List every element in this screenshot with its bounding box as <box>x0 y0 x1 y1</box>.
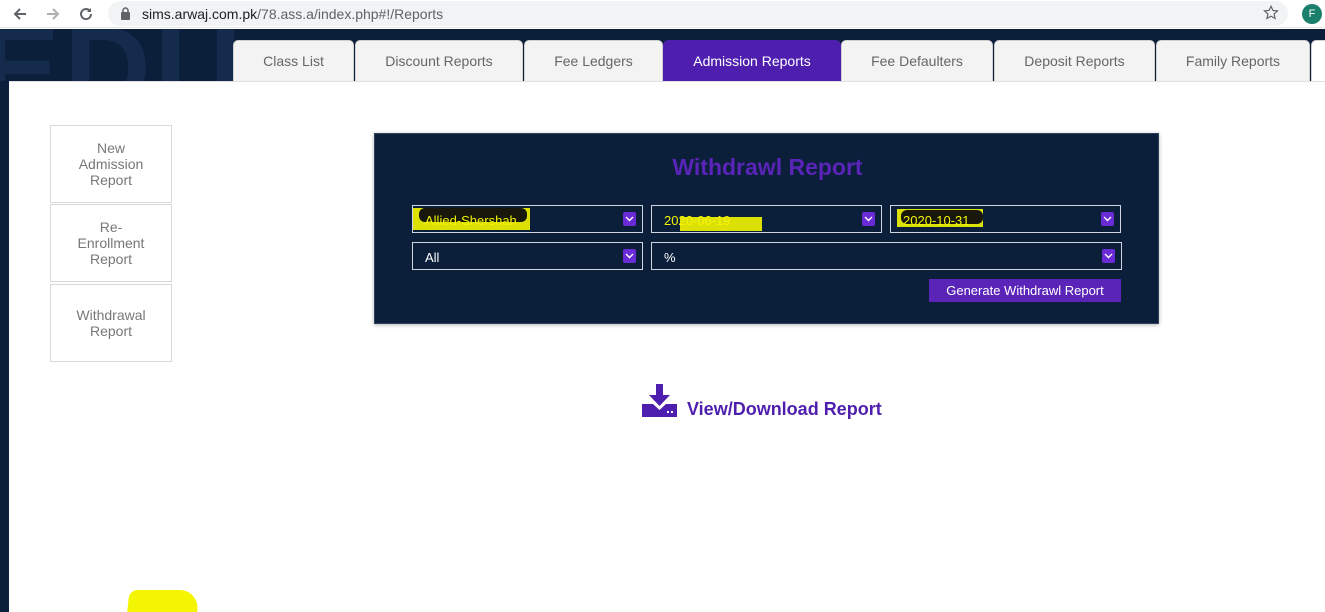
chevron-down-icon <box>623 249 636 263</box>
profile-avatar[interactable]: F <box>1302 4 1322 24</box>
view-download-report-link[interactable]: View/Download Report <box>642 384 882 422</box>
bookmark-star-icon[interactable] <box>1262 4 1280 27</box>
browser-toolbar: sims.arwaj.com.pk/78.ass.a/index.php#!/R… <box>0 0 1325 28</box>
sidebar-label-line: Report <box>89 172 133 188</box>
url-path: /78.ass.a/index.php#!/Reports <box>257 6 444 22</box>
left-edge-strip <box>0 81 9 612</box>
date-from-select[interactable]: 2020-06-19 <box>651 205 882 233</box>
generate-withdrawl-report-button[interactable]: Generate Withdrawl Report <box>929 279 1121 302</box>
sidebar-label-line: Enrollment <box>77 235 145 251</box>
sidebar-item-label: Re- Enrollment Report <box>78 219 145 267</box>
campus-select[interactable]: Allied-Shershah <box>412 205 643 233</box>
sidebar-label-line: Report <box>89 323 133 339</box>
sidebar-item-new-admission-report[interactable]: New Admission Report <box>50 125 172 203</box>
tab-admission-reports[interactable]: Admission Reports <box>663 40 841 81</box>
yellow-highlight-mark <box>124 590 200 612</box>
chevron-down-icon <box>623 212 636 226</box>
sidebar-label-line: Admission <box>78 156 144 172</box>
section-value: % <box>664 250 676 265</box>
forward-arrow-icon[interactable] <box>41 2 65 26</box>
campus-value: Allied-Shershah <box>425 213 517 228</box>
sidebar-item-re-enrollment-report[interactable]: Re- Enrollment Report <box>50 204 172 282</box>
chevron-down-icon <box>1102 249 1115 263</box>
section-select[interactable]: % <box>651 242 1122 270</box>
reload-icon[interactable] <box>74 2 98 26</box>
chevron-down-icon <box>862 212 875 226</box>
url-host: sims.arwaj.com.pk <box>142 6 258 22</box>
tab-discount-reports[interactable]: Discount Reports <box>355 40 523 81</box>
tab-deposit-reports[interactable]: Deposit Reports <box>994 40 1155 81</box>
class-value: All <box>425 250 440 265</box>
tab-fee-ledgers[interactable]: Fee Ledgers <box>524 40 663 81</box>
sidebar-label-line: New <box>96 140 125 156</box>
url-text: sims.arwaj.com.pk/78.ass.a/index.php#!/R… <box>142 6 443 22</box>
date-from-value: 2020-06-19 <box>664 213 731 228</box>
sidebar-label-line: Report <box>89 251 132 267</box>
download-icon <box>642 384 677 422</box>
sidebar-label-line: Withdrawal <box>76 307 146 323</box>
back-arrow-icon[interactable] <box>8 2 32 26</box>
lock-icon <box>120 7 131 25</box>
sidebar-label-line: Re- <box>99 219 123 235</box>
date-to-select[interactable]: 2020-10-31 <box>890 205 1121 233</box>
tab-fee-defaulters[interactable]: Fee Defaulters <box>841 40 993 81</box>
sidebar-item-label: New Admission Report <box>79 140 144 188</box>
sidebar-item-withdrawal-report[interactable]: Withdrawal Report <box>50 284 200 612</box>
tab-overflow[interactable] <box>1311 40 1325 81</box>
tab-class-list[interactable]: Class List <box>233 40 354 81</box>
date-to-value: 2020-10-31 <box>903 213 970 228</box>
chevron-down-icon <box>1101 212 1114 226</box>
withdrawl-report-panel: Withdrawl Report Allied-Shershah 2020-06… <box>374 133 1159 324</box>
view-download-report-label: View/Download Report <box>687 399 882 419</box>
class-select[interactable]: All <box>412 242 643 270</box>
content-divider <box>9 81 1325 82</box>
panel-title: Withdrawl Report <box>672 154 863 180</box>
header-watermark: EDU <box>0 29 245 81</box>
sidebar-item-label: Withdrawal Report <box>76 307 145 339</box>
address-bar[interactable]: sims.arwaj.com.pk/78.ass.a/index.php#!/R… <box>108 1 1288 26</box>
tab-family-reports[interactable]: Family Reports <box>1156 40 1310 81</box>
